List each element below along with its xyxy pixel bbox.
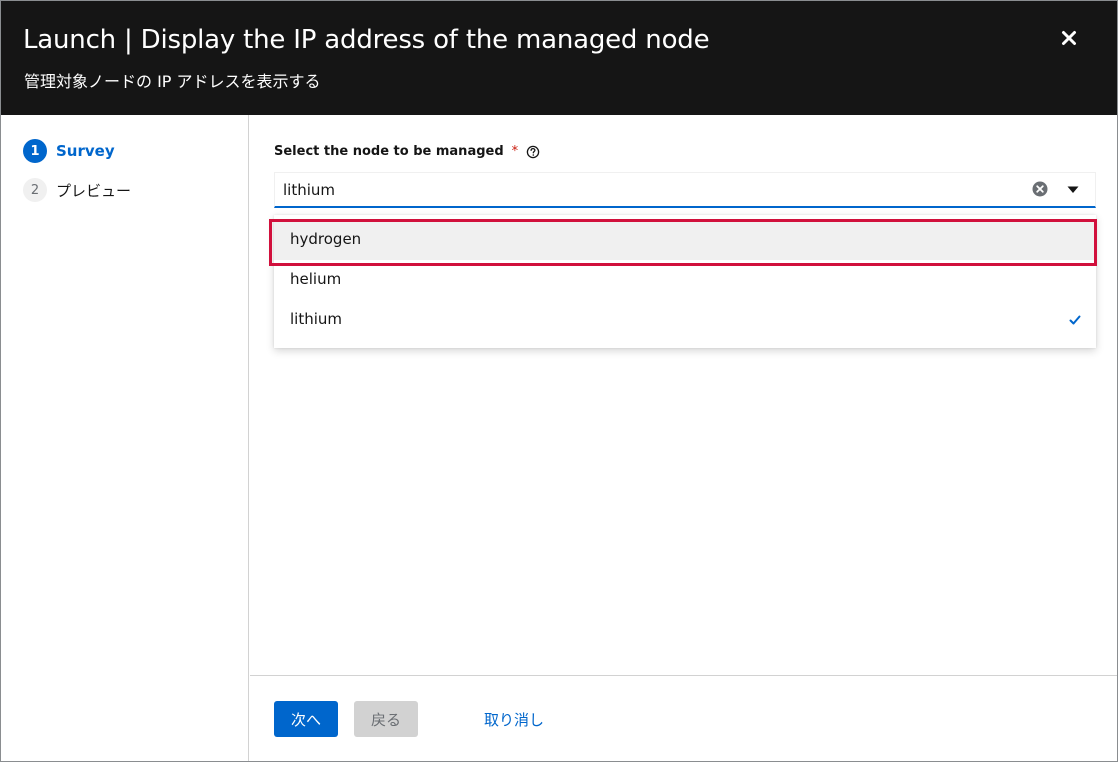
nav-item-label: プレビュー [56, 181, 132, 200]
option-label: helium [290, 270, 342, 288]
modal-header: Launch | Display the IP address of the m… [1, 1, 1117, 115]
help-button[interactable] [526, 145, 540, 159]
close-button[interactable] [1053, 23, 1085, 53]
option-label: hydrogen [290, 230, 362, 248]
option-lithium[interactable]: lithium [274, 300, 1096, 340]
modal-footer: 次へ 戻る 取り消し [250, 675, 1117, 761]
cancel-button[interactable]: 取り消し [466, 701, 562, 737]
clear-icon [1032, 181, 1048, 197]
step-number: 1 [23, 139, 47, 163]
close-icon [1062, 31, 1076, 45]
field-label-text: Select the node to be managed [274, 144, 504, 159]
clear-button[interactable] [1032, 181, 1050, 199]
caret-down-icon [1067, 186, 1079, 193]
wizard-nav: 1 Survey 2 プレビュー [1, 115, 249, 761]
nav-item-preview[interactable]: 2 プレビュー [23, 177, 131, 203]
nav-item-survey[interactable]: 1 Survey [23, 138, 115, 164]
option-label: lithium [290, 310, 343, 328]
node-select[interactable]: lithium [274, 172, 1096, 208]
modal-title: Launch | Display the IP address of the m… [23, 25, 710, 55]
option-hydrogen[interactable]: hydrogen [274, 220, 1096, 260]
nav-item-label: Survey [56, 142, 115, 160]
launch-modal: Launch | Display the IP address of the m… [0, 0, 1118, 762]
required-marker: * [511, 144, 519, 159]
dropdown-toggle[interactable] [1063, 182, 1083, 198]
step-number: 2 [23, 178, 47, 202]
select-value: lithium [283, 181, 336, 199]
dropdown-menu: hydrogen helium lithium [274, 215, 1096, 348]
help-icon [526, 145, 540, 158]
next-button[interactable]: 次へ [274, 701, 338, 737]
wizard-body: Select the node to be managed * lithium [250, 115, 1117, 675]
check-icon [1069, 315, 1081, 325]
option-helium[interactable]: helium [274, 260, 1096, 300]
back-button[interactable]: 戻る [354, 701, 418, 737]
field-label: Select the node to be managed * [274, 144, 540, 159]
modal-subtitle: 管理対象ノードの IP アドレスを表示する [24, 72, 321, 91]
